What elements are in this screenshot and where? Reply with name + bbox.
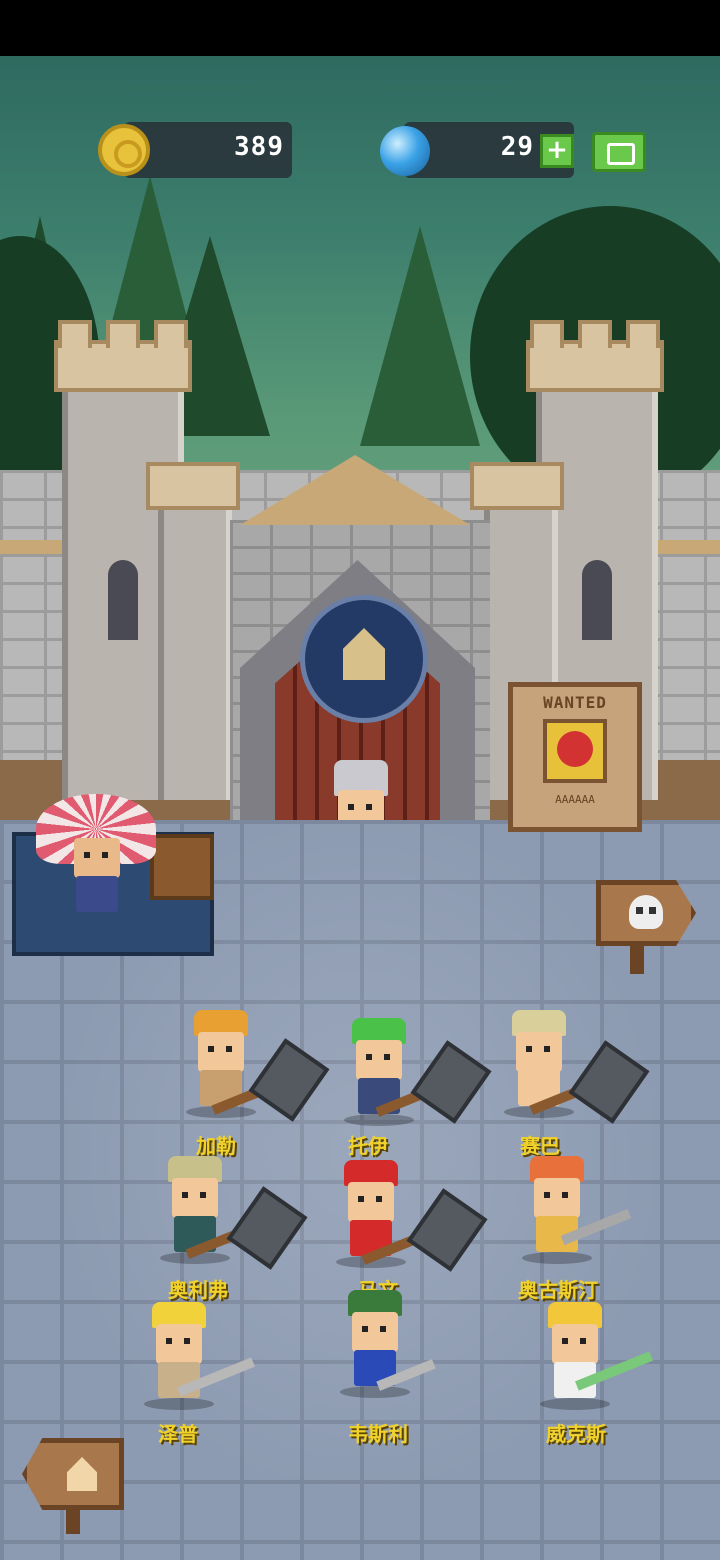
hero-face bbox=[516, 1032, 562, 1072]
merchant[interactable] bbox=[52, 816, 142, 926]
wanted-title: WANTED bbox=[543, 693, 607, 712]
gem-icon bbox=[380, 126, 430, 176]
merlon bbox=[626, 320, 660, 348]
tower-window bbox=[108, 560, 138, 640]
game-scene: WANTED AAAAAA 加勒 托伊 赛巴 奥利弗 奥古斯汀 泽普 韦斯利 威… bbox=[0, 0, 720, 1560]
hero-7[interactable] bbox=[134, 1302, 224, 1412]
add-gems-button[interactable]: + bbox=[540, 134, 574, 168]
hero-face bbox=[356, 1040, 402, 1080]
merlon bbox=[106, 320, 140, 348]
tower-window bbox=[582, 560, 612, 640]
status-bar bbox=[0, 0, 720, 56]
merlon bbox=[530, 320, 564, 348]
dungeon-sign-button[interactable] bbox=[596, 880, 696, 946]
merlon bbox=[58, 320, 92, 348]
hero-face bbox=[198, 1032, 244, 1072]
hero-name: 奥古斯汀 bbox=[518, 1278, 598, 1302]
coin-icon bbox=[98, 124, 150, 176]
skull-icon bbox=[629, 895, 663, 929]
wanted-poster bbox=[543, 719, 607, 783]
left-inner-tower bbox=[158, 500, 232, 800]
hero-name: 威克斯 bbox=[546, 1422, 606, 1446]
hero-face bbox=[552, 1324, 598, 1364]
shadow bbox=[144, 1398, 214, 1410]
tree bbox=[360, 226, 480, 446]
hero-9[interactable] bbox=[530, 1302, 620, 1412]
house-icon bbox=[67, 1457, 97, 1491]
gold-amount: 389 bbox=[234, 132, 284, 162]
merchant-face bbox=[74, 838, 120, 878]
left-inner-tower-top bbox=[146, 462, 240, 510]
hero-face bbox=[172, 1178, 218, 1218]
shadow bbox=[522, 1252, 592, 1264]
hero-face bbox=[534, 1178, 580, 1218]
home-sign-button[interactable] bbox=[22, 1438, 124, 1510]
merlon bbox=[154, 320, 188, 348]
plus-icon: + bbox=[546, 135, 568, 165]
share-button[interactable] bbox=[592, 132, 646, 172]
hero-face bbox=[156, 1324, 202, 1364]
merlon bbox=[578, 320, 612, 348]
hero-name: 韦斯利 bbox=[348, 1422, 408, 1446]
shadow bbox=[340, 1386, 410, 1398]
hero-name: 赛巴 bbox=[520, 1134, 560, 1158]
hero-name: 托伊 bbox=[348, 1134, 388, 1158]
castle-emblem[interactable] bbox=[300, 595, 428, 723]
merchant-robe bbox=[76, 876, 118, 912]
right-inner-tower-top bbox=[470, 462, 564, 510]
crate bbox=[150, 834, 214, 900]
hero-name: 加勒 bbox=[196, 1134, 236, 1158]
gem-amount: 29 bbox=[500, 132, 534, 162]
wanted-board[interactable]: WANTED AAAAAA bbox=[508, 682, 642, 832]
hero-face bbox=[348, 1182, 394, 1222]
hero-8[interactable] bbox=[330, 1290, 420, 1400]
shadow bbox=[540, 1398, 610, 1410]
hero-6[interactable] bbox=[512, 1156, 602, 1266]
hero-face bbox=[352, 1312, 398, 1352]
wanted-subtitle: AAAAAA bbox=[555, 793, 595, 806]
hero-name: 奥利弗 bbox=[168, 1278, 228, 1302]
